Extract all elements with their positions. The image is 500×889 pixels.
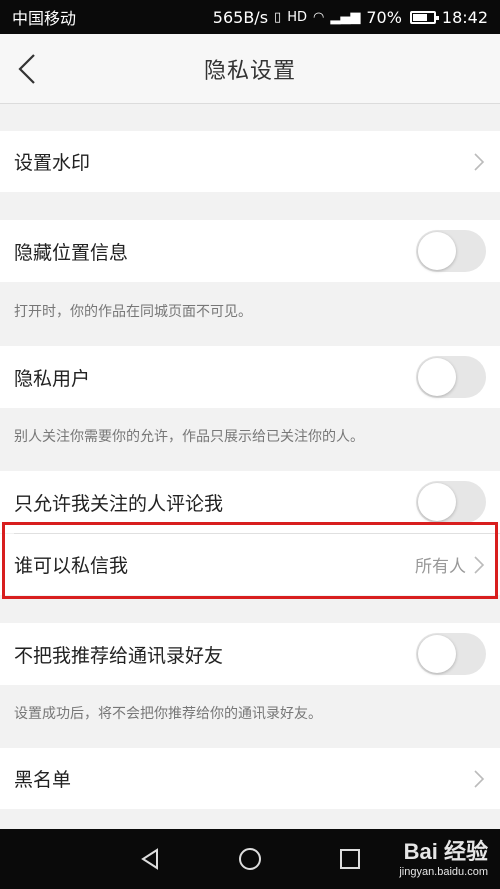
comment-only-followed-label: 只允许我关注的人评论我 [14, 492, 224, 515]
carrier-name: 中国移动 [12, 9, 77, 28]
who-can-message-label: 谁可以私信我 [14, 555, 129, 577]
battery-icon [409, 10, 439, 24]
who-can-message-value: 所有人 [415, 557, 466, 577]
chevron-right-icon [474, 152, 485, 171]
watermark-site: jingyan.baidu.com [399, 866, 488, 878]
hide-location-label: 隐藏位置信息 [14, 241, 129, 264]
nav-home-icon[interactable] [238, 847, 262, 871]
settings-row-blacklist[interactable]: 黑名单 [0, 748, 500, 809]
settings-row-private-user: 隐私用户 [0, 346, 500, 408]
watermark-brand: Bai 经验 [403, 839, 488, 864]
settings-row-who-can-message[interactable]: 谁可以私信我 所有人 [0, 534, 500, 595]
no-recommend-contacts-description: 设置成功后，将不会把你推荐给你的通讯录好友。 [14, 706, 322, 722]
private-user-description: 别人关注你需要你的允许，作品只展示给已关注你的人。 [14, 429, 364, 445]
battery-percent: 70% [366, 7, 402, 27]
signal-icon: ▂▄▆ [330, 9, 361, 25]
watermark-label: 设置水印 [14, 152, 91, 174]
blacklist-label: 黑名单 [14, 769, 72, 791]
settings-row-no-recommend-contacts: 不把我推荐给通讯录好友 [0, 623, 500, 685]
nav-back-icon[interactable] [138, 847, 162, 871]
comment-only-followed-toggle[interactable] [416, 481, 486, 523]
baidu-jingyan-watermark: Bai 经验 jingyan.baidu.com [399, 834, 488, 878]
private-user-toggle[interactable] [416, 356, 486, 398]
page-title: 隐私设置 [203, 58, 296, 84]
network-speed: 565B/s [212, 7, 269, 27]
private-user-label: 隐私用户 [14, 367, 91, 390]
settings-row-comment-only-followed: 只允许我关注的人评论我 [0, 471, 500, 533]
hd-icon: HD [287, 9, 307, 25]
page-header: 隐私设置 [0, 34, 500, 104]
vibrate-icon: ▯ [274, 9, 282, 25]
nav-recents-icon[interactable] [338, 847, 362, 871]
chevron-right-icon [474, 555, 485, 574]
settings-row-watermark[interactable]: 设置水印 [0, 131, 500, 192]
wifi-icon: ◠ [312, 9, 325, 25]
no-recommend-contacts-toggle[interactable] [416, 633, 486, 675]
hide-location-description: 打开时，你的作品在同城页面不可见。 [14, 304, 252, 320]
chevron-right-icon [474, 769, 485, 788]
status-icons: 565B/s ▯ HD ◠ ▂▄▆ 70% 18:42 [213, 8, 488, 27]
clock: 18:42 [441, 7, 488, 27]
back-arrow-icon[interactable] [14, 52, 44, 86]
hide-location-toggle[interactable] [416, 230, 486, 272]
no-recommend-contacts-label: 不把我推荐给通讯录好友 [14, 644, 224, 667]
settings-row-hide-location: 隐藏位置信息 [0, 220, 500, 282]
status-bar: 中国移动 565B/s ▯ HD ◠ ▂▄▆ 70% 18:42 [0, 0, 500, 34]
